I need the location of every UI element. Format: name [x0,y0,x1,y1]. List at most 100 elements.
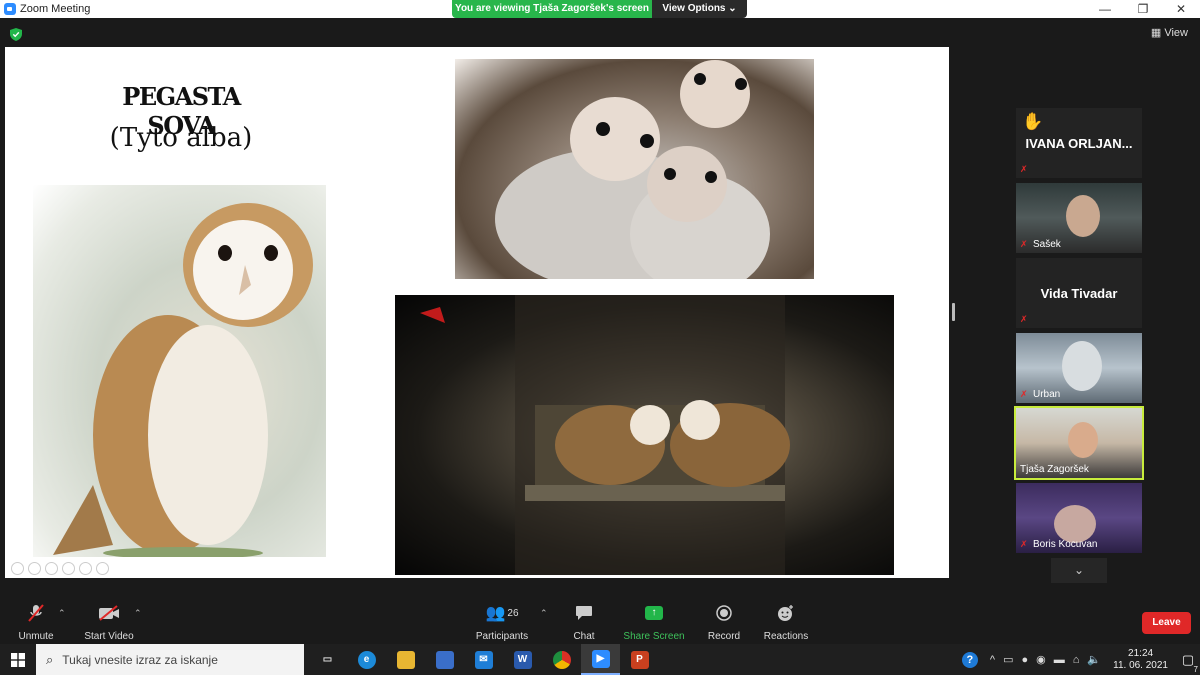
edge-icon: e [357,650,376,669]
meeting-toolbar: Unmute ⌃ Start Video ⌃ 👥 26 Participants… [0,600,1200,644]
taskbar-search-box[interactable]: ⌕ Tukaj vnesite izraz za iskanje [36,644,304,675]
chat-label: Chat [573,631,595,642]
view-options-button[interactable]: View Options ⌄ [652,0,747,18]
chrome-app[interactable] [542,644,581,675]
store-app[interactable] [425,644,464,675]
owls-at-window-photo [395,295,894,575]
panel-resize-handle[interactable] [952,303,955,321]
share-screen-label: Share Screen [623,631,685,642]
zoom-icon[interactable] [79,562,92,575]
record-button[interactable]: Record [704,602,744,642]
show-hidden-icons-chevron-icon[interactable]: ^ [990,654,995,666]
barn-owl-photo [33,185,326,557]
store-bag-icon [435,650,454,669]
participant-tile-ivana[interactable]: ✋ IVANA ORLJAN... ✗ [1016,108,1142,178]
grid-icon: ▦ [1150,27,1162,39]
search-placeholder: Tukaj vnesite izraz za iskanje [62,652,218,667]
window-controls: — ❐ ✕ [1086,0,1200,18]
zoom-tray-icon[interactable]: ◉ [1036,653,1046,666]
mic-muted-icon [14,602,58,624]
participant-name: Tjaša Zagoršek [1020,464,1089,475]
mic-muted-icon: ✗ [1020,314,1028,324]
unmute-label: Unmute [18,631,54,642]
zoom-icon: ▶ [591,649,610,668]
windows-taskbar: ⌕ Tukaj vnesite izraz za iskanje ▭ e ✉ W… [0,644,1200,675]
chat-button[interactable]: Chat [566,602,602,642]
participant-name: Vida Tivadar [1040,286,1118,301]
share-screen-button[interactable]: ↑ Share Screen [622,602,686,642]
mic-muted-icon: ✗ [1020,389,1028,399]
word-app[interactable]: W [503,644,542,675]
participants-icon-group: 👥 26 [470,602,534,624]
chat-bubble-icon [566,602,602,624]
task-view-icon: ▭ [322,653,333,665]
help-icon[interactable]: ? [961,651,978,668]
previous-slide-icon[interactable] [11,562,24,575]
participant-tile-tjasa[interactable]: Tjaša Zagoršek [1014,406,1144,480]
network-icon[interactable]: ⌂ [1073,654,1080,666]
battery-icon[interactable]: ▬ [1054,654,1065,666]
participants-icon: 👥 [485,605,506,622]
participant-name: Sašek [1033,239,1061,250]
participant-tile-boris[interactable]: ✗ Boris Kocuvan [1016,483,1142,553]
zoom-app-taskbar[interactable]: ▶ [581,644,620,675]
participants-label: Participants [475,631,529,642]
participants-button[interactable]: 👥 26 Participants [470,602,534,642]
security-shield-icon [10,28,22,41]
view-label: View [1164,27,1188,39]
minimize-button[interactable]: — [1086,0,1124,18]
word-icon: W [513,650,532,669]
raised-hand-icon: ✋ [1022,112,1044,131]
start-video-label: Start Video [84,631,134,642]
taskbar-clock[interactable]: 21:24 11. 06. 2021 [1113,648,1168,672]
participant-video [1066,195,1100,237]
scroll-participants-down-button[interactable]: ⌄ [1051,558,1107,583]
volume-icon[interactable]: 🔈 [1087,653,1101,666]
video-off-icon [80,602,138,624]
share-icon-wrap: ↑ [622,602,686,624]
view-layout-button[interactable]: ▦ View [1151,26,1188,39]
windows-start-button[interactable] [0,644,36,675]
powerpoint-icon: P [630,650,649,669]
notification-icon: ▢ [1181,651,1195,667]
video-options-chevron-icon[interactable]: ⌃ [134,608,142,619]
audio-options-chevron-icon[interactable]: ⌃ [58,608,66,619]
close-window-button[interactable]: ✕ [1162,0,1200,18]
start-video-button[interactable]: Start Video [80,602,138,642]
record-icon [704,602,744,624]
pen-icon[interactable] [45,562,58,575]
participants-options-chevron-icon[interactable]: ⌃ [540,608,548,619]
search-icon: ⌕ [46,651,54,667]
mail-icon: ✉ [474,650,493,669]
participant-tile-sasek[interactable]: ✗ Sašek [1016,183,1142,253]
mic-tray-icon[interactable]: ● [1022,654,1029,666]
task-view-button[interactable]: ▭ [308,644,347,675]
mail-app[interactable]: ✉ [464,644,503,675]
viewing-screen-banner: You are viewing Tjaša Zagoršek's screen [452,0,652,18]
edge-app[interactable]: e [347,644,386,675]
participant-tile-urban[interactable]: ✗ Urban [1016,333,1142,403]
notification-center-button[interactable]: ▢ 7 [1176,651,1200,674]
leave-meeting-button[interactable]: Leave [1142,612,1191,634]
device-icon[interactable]: ▭ [1003,653,1013,666]
participant-tile-vida[interactable]: Vida Tivadar ✗ [1016,258,1142,328]
chrome-icon [552,650,571,669]
slides-overview-icon[interactable] [62,562,75,575]
participants-count: 26 [507,607,519,619]
more-options-icon[interactable] [96,562,109,575]
reactions-button[interactable]: Reactions [762,602,810,642]
participant-video [1054,505,1096,543]
notification-count: 7 [1193,664,1198,674]
maximize-button[interactable]: ❐ [1124,0,1162,18]
reactions-label: Reactions [763,631,809,642]
next-slide-icon[interactable] [28,562,41,575]
file-explorer-app[interactable] [386,644,425,675]
clock-date: 11. 06. 2021 [1113,659,1168,671]
powerpoint-app[interactable]: P [620,644,659,675]
mic-muted-icon: ✗ [1020,539,1028,549]
chevron-down-icon: ⌄ [1073,563,1085,577]
participant-name: Boris Kocuvan [1033,539,1098,550]
smiley-add-icon [762,602,810,624]
mic-muted-icon: ✗ [1020,239,1028,249]
unmute-button[interactable]: Unmute [14,602,58,642]
